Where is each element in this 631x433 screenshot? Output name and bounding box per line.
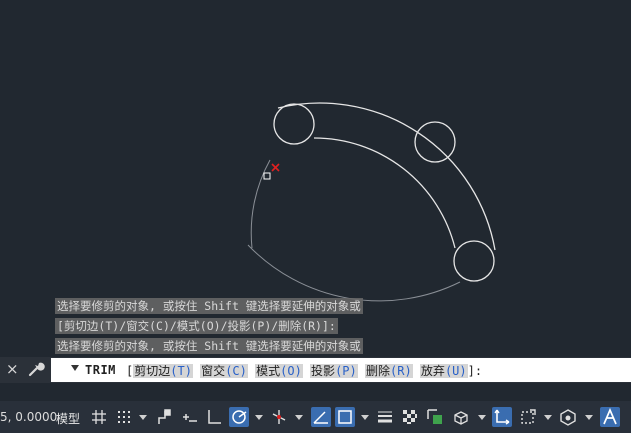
option-undo[interactable]: 放弃(U) [419,364,468,378]
isodraft-icon[interactable] [269,407,289,427]
dynamic-ucs-icon[interactable] [492,407,512,427]
polar-dropdown-icon[interactable] [255,415,263,420]
bottom-preview-arc [247,244,461,302]
recent-commands-dropdown-icon[interactable] [71,365,79,371]
ortho-icon[interactable] [204,407,224,427]
model-space-button[interactable]: 模型 [56,410,80,427]
selection-filter-icon[interactable] [518,407,538,427]
3d-osnap-icon[interactable] [451,407,471,427]
object-snap-icon[interactable] [335,407,355,427]
object-snap-tracking-icon[interactable] [311,407,331,427]
infer-constraints-icon[interactable] [155,407,175,427]
trim-marker-icon [271,163,280,172]
option-cutting-edge[interactable]: 剪切边(T) [133,364,193,378]
option-crossing[interactable]: 窗交(C) [200,364,248,378]
close-bracket: ]: [467,364,483,378]
wrench-icon[interactable] [27,360,45,378]
outer-arc[interactable] [277,102,496,251]
gizmo-icon[interactable] [558,407,578,427]
history-line: [剪切边(T)/窗交(C)/模式(O)/投影(P)/删除(R)]: [55,318,338,334]
command-input[interactable]: TRIM [剪切边(T) 窗交(C) 模式(O) 投影(P) 删除(R) 放弃(… [51,358,631,382]
option-erase[interactable]: 删除(R) [364,364,413,378]
polar-tracking-icon[interactable] [229,407,249,427]
isodraft-dropdown-icon[interactable] [295,415,303,420]
object-snap-dropdown-icon[interactable] [361,415,369,420]
option-projection[interactable]: 投影(P) [310,364,358,378]
circle-bottom[interactable] [453,240,495,282]
coordinates-readout[interactable]: 5, 0.0000 [0,410,57,424]
dynamic-input-icon[interactable] [180,407,200,427]
selection-filter-dropdown-icon[interactable] [544,415,552,420]
3d-osnap-dropdown-icon[interactable] [478,415,486,420]
history-line: 选择要修剪的对象, 或按住 Shift 键选择要延伸的对象或 [55,298,363,314]
snap-dropdown-icon[interactable] [139,415,147,420]
gizmo-dropdown-icon[interactable] [585,415,593,420]
transparency-icon[interactable] [400,407,420,427]
pickbox-cursor [263,172,271,180]
circle-right[interactable] [414,121,456,163]
close-icon[interactable]: × [6,360,19,378]
status-bar: 5, 0.0000 模型 [0,401,631,433]
selection-cycling-icon[interactable] [425,407,445,427]
command-prompt: [剪切边(T) 窗交(C) 模式(O) 投影(P) 删除(R) 放弃(U)]: [126,362,482,379]
lineweight-icon[interactable] [375,407,395,427]
inner-arc[interactable] [313,137,456,249]
snap-icon[interactable] [114,407,134,427]
command-line-bar: × TRIM [剪切边(T) 窗交(C) 模式(O) 投影(P) 删除(R) 放… [0,357,631,383]
history-line: 选择要修剪的对象, 或按住 Shift 键选择要延伸的对象或 [55,338,363,354]
grid-icon[interactable] [89,407,109,427]
option-mode[interactable]: 模式(O) [255,364,303,378]
annotation-visibility-icon[interactable] [600,407,620,427]
circle-top-left[interactable] [273,103,315,145]
command-name: TRIM [85,363,116,377]
